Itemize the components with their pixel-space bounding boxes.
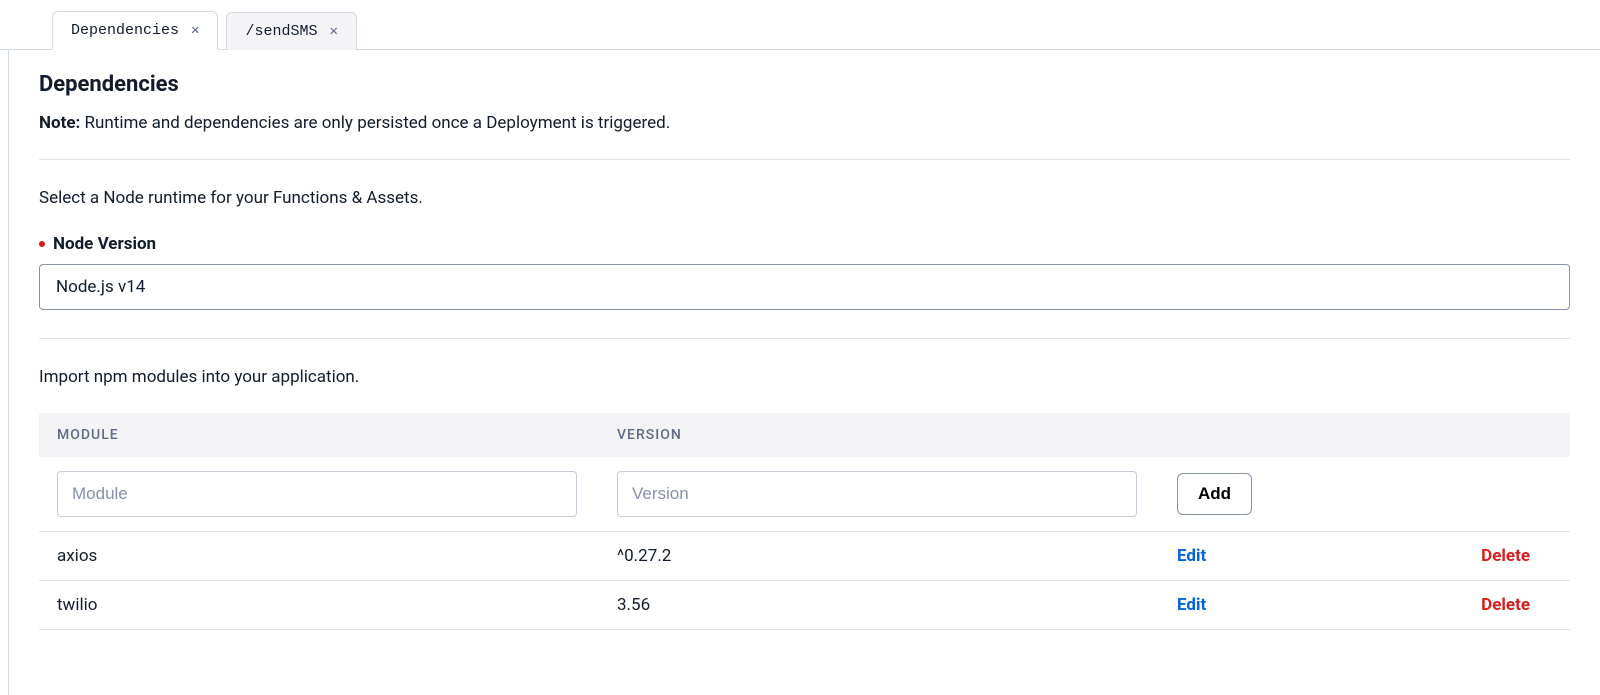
module-input[interactable]	[57, 471, 577, 517]
edit-button[interactable]: Edit	[1177, 546, 1206, 566]
node-version-value: Node.js v14	[56, 277, 145, 297]
module-version: 3.56	[599, 581, 1159, 630]
module-version: ^0.27.2	[599, 532, 1159, 581]
table-row: twilio 3.56 Edit Delete	[39, 581, 1570, 630]
field-label-text: Node Version	[53, 234, 156, 254]
close-icon[interactable]: ✕	[329, 23, 337, 40]
note-label: Note:	[39, 113, 80, 133]
required-indicator-icon	[39, 241, 45, 247]
add-row: Add	[39, 457, 1570, 532]
node-version-select[interactable]: Node.js v14	[39, 264, 1570, 310]
modules-lead: Import npm modules into your application…	[39, 367, 1570, 387]
tab-dependencies[interactable]: Dependencies ✕	[52, 11, 218, 50]
tab-bar: Dependencies ✕ /sendSMS ✕	[0, 0, 1600, 50]
tab-sendsms[interactable]: /sendSMS ✕	[226, 12, 356, 50]
runtime-lead: Select a Node runtime for your Functions…	[39, 188, 1570, 208]
add-button[interactable]: Add	[1177, 473, 1252, 515]
content-panel: Dependencies Note: Runtime and dependenc…	[8, 50, 1600, 695]
col-header-version: VERSION	[599, 413, 1159, 457]
persist-note: Note: Runtime and dependencies are only …	[39, 113, 1570, 133]
edit-button[interactable]: Edit	[1177, 595, 1206, 615]
tab-label: Dependencies	[71, 22, 179, 39]
page-title: Dependencies	[39, 72, 1570, 97]
module-name: axios	[39, 532, 599, 581]
close-icon[interactable]: ✕	[191, 22, 199, 39]
divider	[39, 159, 1570, 160]
col-header-module: MODULE	[39, 413, 599, 457]
divider	[39, 338, 1570, 339]
module-name: twilio	[39, 581, 599, 630]
table-row: axios ^0.27.2 Edit Delete	[39, 532, 1570, 581]
delete-button[interactable]: Delete	[1481, 546, 1530, 566]
tab-label: /sendSMS	[245, 23, 317, 40]
note-text: Runtime and dependencies are only persis…	[80, 113, 670, 133]
dependencies-table: MODULE VERSION Add axios ^0.27.2 Edit De…	[39, 413, 1570, 630]
version-input[interactable]	[617, 471, 1137, 517]
delete-button[interactable]: Delete	[1481, 595, 1530, 615]
node-version-label: Node Version	[39, 234, 1570, 254]
